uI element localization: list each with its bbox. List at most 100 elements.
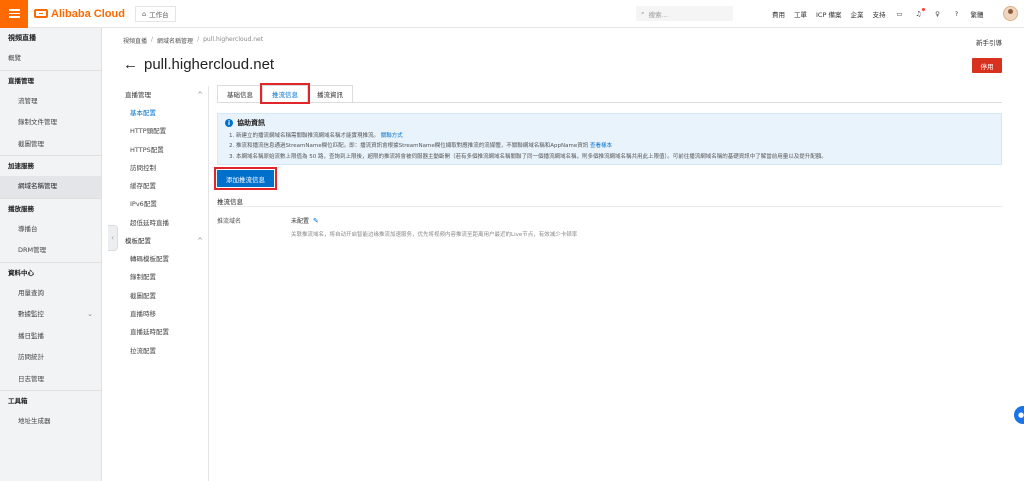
breadcrumb-live[interactable]: 視頻直播	[123, 36, 147, 45]
tab-play-info[interactable]: 播流資訊	[307, 85, 353, 102]
sidebar-group-live-management: 直播管理	[8, 76, 34, 85]
top-nav-icp[interactable]: ICP 備案	[816, 9, 841, 19]
sidebar-item-logs[interactable]: 日志管理	[0, 369, 101, 391]
notice-header: i 協助資訊	[225, 118, 994, 128]
sidebar-item-stream-management[interactable]: 流管理	[0, 91, 101, 113]
top-nav-enterprise[interactable]: 企業	[850, 9, 863, 19]
config-item-snapshot[interactable]: 截圖配置	[123, 287, 208, 305]
breadcrumb-domain-management[interactable]: 網域名稱管理	[157, 36, 193, 45]
message-icon[interactable]: ▭	[894, 9, 904, 19]
detail-tabs: 基础信息 推流信息 播流資訊	[217, 83, 353, 104]
config-group-live[interactable]: 直播管理 ^	[123, 86, 208, 104]
section-divider	[217, 206, 1002, 207]
notice-line-1-text: 1. 新建立的播流網域名稱需關聯推流網域名稱才能實現推流。	[229, 132, 379, 139]
config-item-ipv6[interactable]: IPv6配置	[123, 195, 208, 213]
config-item-delay[interactable]: 直播延時配置	[123, 323, 208, 341]
sidebar-item-recording-files[interactable]: 錄制文件管理	[0, 112, 101, 134]
bell-icon[interactable]: ♫	[913, 8, 926, 19]
config-group-label: 直播管理	[125, 91, 151, 99]
config-group-template[interactable]: 模板配置 ^	[123, 232, 208, 250]
sidebar-item-url-generator[interactable]: 地址生成器	[0, 411, 101, 433]
home-icon: ⌂	[141, 9, 147, 18]
chat-icon: ●	[1017, 411, 1024, 419]
notice-line-2: 2. 推流和播流信息通過StreamName欄位匹配。即：播流資訊會根據Stre…	[225, 141, 994, 149]
help-notice: i 協助資訊 1. 新建立的播流網域名稱需關聯推流網域名稱才能實現推流。 關聯方…	[217, 113, 1002, 165]
stop-button[interactable]: 停用	[972, 58, 1002, 73]
tab-push-info[interactable]: 推流信息	[260, 83, 310, 104]
floating-help-button[interactable]: ●	[1014, 406, 1024, 424]
sidebar-collapse-handle[interactable]: ‹	[108, 225, 118, 251]
sidebar-item-usage[interactable]: 用量查詢	[0, 283, 101, 305]
search-input[interactable]: ⌕ 搜索...	[636, 6, 733, 21]
breadcrumb-separator: /	[197, 36, 200, 43]
tab-basic-info[interactable]: 基础信息	[217, 85, 263, 102]
alibaba-cloud-logo-icon	[34, 9, 48, 18]
sidebar-item-access-stats[interactable]: 訪問統計	[0, 347, 101, 369]
workbench-label: 工作台	[149, 10, 169, 19]
notification-dot	[922, 8, 926, 11]
brand-name: Alibaba Cloud	[51, 7, 125, 20]
view-sample-link[interactable]: 查看樣本	[590, 143, 612, 149]
config-item-http-header[interactable]: HTTP頭配置	[123, 122, 208, 140]
config-item-access-control[interactable]: 訪問控制	[123, 159, 208, 177]
sidebar-title: 視頻直播	[8, 34, 36, 42]
sidebar-group-toolbox: 工具箱	[8, 397, 28, 405]
search-placeholder: 搜索...	[648, 10, 668, 19]
config-group-label: 模板配置	[125, 237, 151, 246]
config-item-pull-stream[interactable]: 拉流配置	[123, 342, 208, 360]
new-user-guide-link[interactable]: 新手引導	[976, 37, 1002, 47]
top-nav-tickets[interactable]: 工單	[794, 9, 807, 19]
sidebar-item-broadcast-monitor[interactable]: 播日監播	[0, 326, 101, 348]
top-nav-support[interactable]: 支持	[872, 9, 885, 19]
sidebar-group-acceleration: 加速服務	[8, 162, 34, 170]
page-title-text: pull.highercloud.net	[144, 56, 275, 73]
association-method-link[interactable]: 關聯方式	[381, 133, 403, 139]
push-domain-label: 推流域名	[217, 218, 242, 225]
config-item-recording[interactable]: 錄制配置	[123, 268, 208, 286]
config-item-ultra-low-latency[interactable]: 超低延時直播	[123, 214, 208, 232]
add-push-info-button[interactable]: 添加推流信息	[214, 167, 277, 190]
edit-icon[interactable]: ✎	[313, 217, 319, 225]
back-arrow-icon[interactable]: ←	[123, 56, 138, 73]
sidebar-group-data-center: 資料中心	[8, 268, 34, 277]
breadcrumb-separator: /	[151, 36, 154, 43]
notice-line-2-text: 2. 推流和播流信息通過StreamName欄位匹配。即：播流資訊會根據Stre…	[229, 143, 589, 149]
breadcrumb-current: pull.highercloud.net	[203, 36, 264, 43]
avatar[interactable]	[1003, 6, 1018, 21]
search-icon: ⌕	[641, 9, 645, 17]
sidebar-item-data-monitoring[interactable]: 數據監控 ⌄	[0, 304, 101, 326]
config-item-time-shift[interactable]: 直播時移	[123, 305, 208, 323]
config-item-cache[interactable]: 緩存配置	[123, 177, 208, 195]
domain-config-nav: 直播管理 ^ 基本配置 HTTP頭配置 HTTPS配置 訪問控制 緩存配置 IPv…	[123, 86, 209, 481]
config-item-https[interactable]: HTTPS配置	[123, 141, 208, 159]
chevron-up-icon: ^	[197, 237, 203, 246]
sidebar-item-label: 數據監控	[18, 310, 44, 318]
push-domain-value: 未配置 ✎	[291, 216, 319, 226]
page-title: ← pull.highercloud.net	[123, 56, 274, 73]
workbench-button[interactable]: ⌂ 工作台	[134, 5, 176, 22]
help-icon[interactable]: ?	[951, 9, 961, 19]
push-domain-hint: 关联推流域名，将自动开启智能边缘推流加速服务，优先将视频内容推流至距离用户最近的…	[291, 232, 578, 238]
tabs-divider	[217, 102, 1002, 103]
sidebar-item-domain-management[interactable]: 網域名稱管理	[0, 176, 101, 198]
config-item-transcode[interactable]: 轉碼模板配置	[123, 250, 208, 268]
notice-title: 協助資訊	[237, 119, 265, 127]
sidebar-item-director[interactable]: 導播台	[0, 219, 101, 241]
info-icon: i	[225, 119, 233, 127]
sidebar-group-playback: 播放服務	[8, 204, 34, 213]
chevron-up-icon: ^	[197, 91, 203, 99]
sidebar-item-overview[interactable]: 概覽	[0, 48, 101, 70]
top-nav-fees[interactable]: 費用	[772, 9, 785, 19]
brand-logo[interactable]: Alibaba Cloud	[34, 8, 125, 20]
notice-line-3: 3. 本網域名稱原始流數上限值為 50 路，查詢到上限後，超限的推流將會被伺服器…	[229, 153, 827, 160]
config-item-basic[interactable]: 基本配置	[123, 104, 208, 122]
section-title: 推流信息	[217, 198, 243, 206]
sidebar-item-drm[interactable]: DRM管理	[0, 240, 101, 262]
chevron-down-icon: ⌄	[87, 310, 93, 318]
language-switch[interactable]: 繁體	[970, 9, 983, 19]
sidebar: 視頻直播 概覽 直播管理 流管理 錄制文件管理 截圖管理 加速服務 網域名稱管理…	[0, 28, 102, 481]
notice-line-1: 1. 新建立的播流網域名稱需關聯推流網域名稱才能實現推流。 關聯方式	[225, 131, 994, 139]
menu-icon[interactable]	[0, 0, 28, 28]
sidebar-item-snapshots[interactable]: 截圖管理	[0, 134, 101, 156]
lightbulb-icon[interactable]: ♀	[932, 9, 942, 19]
